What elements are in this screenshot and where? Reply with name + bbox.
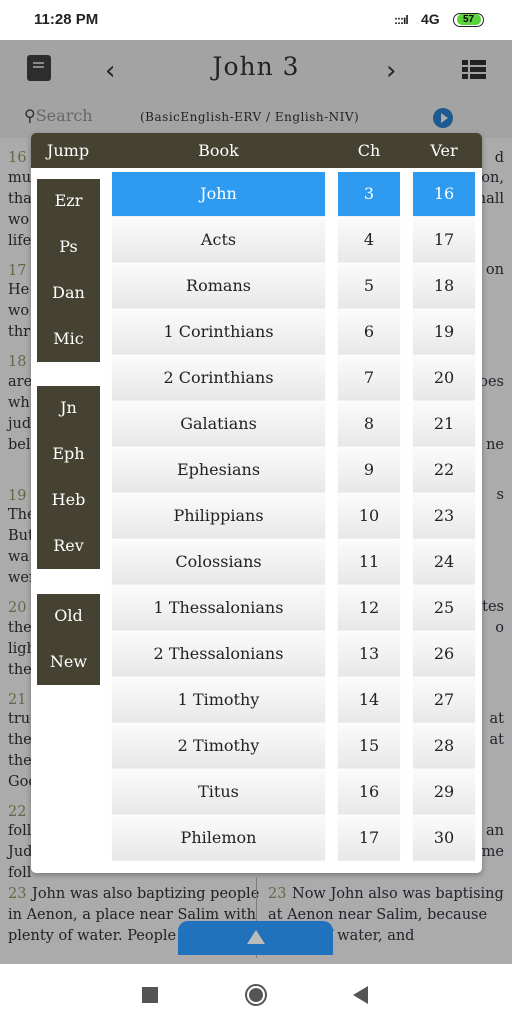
verse-option[interactable]: 29 <box>413 770 475 814</box>
status-bar: 11:28 PM :::ıl 4G 57 <box>0 0 512 40</box>
verse-option[interactable]: 20 <box>413 356 475 400</box>
chapter-option[interactable]: 12 <box>338 586 400 630</box>
jump-header: Jump <box>46 141 90 160</box>
chapter-header: Ch <box>357 141 381 160</box>
jump-group: Ezr Ps Dan Mic <box>37 179 100 362</box>
jump-group: Old New <box>37 594 100 685</box>
expand-button[interactable] <box>178 921 333 955</box>
book-option[interactable]: Titus <box>112 770 325 814</box>
clock: 11:28 PM <box>34 11 99 28</box>
book-option[interactable]: Philemon <box>112 816 325 860</box>
verse-option[interactable]: 25 <box>413 586 475 630</box>
verse-option[interactable]: 30 <box>413 816 475 860</box>
chapter-option[interactable]: 9 <box>338 448 400 492</box>
verse-option[interactable]: 24 <box>413 540 475 584</box>
jump-button-mic[interactable]: Mic <box>37 329 100 348</box>
verse-option[interactable]: 22 <box>413 448 475 492</box>
chapter-option[interactable]: 13 <box>338 632 400 676</box>
book-option[interactable]: Ephesians <box>112 448 325 492</box>
network-type: 4G <box>421 11 440 27</box>
back-triangle-icon[interactable] <box>353 986 368 1004</box>
book-option[interactable]: Galatians <box>112 402 325 446</box>
book-option[interactable]: 1 Corinthians <box>112 310 325 354</box>
chapter-option[interactable]: 15 <box>338 724 400 768</box>
book-option[interactable]: Acts <box>112 218 325 262</box>
jump-button-dan[interactable]: Dan <box>37 283 100 302</box>
picker-header: Jump Book Ch Ver <box>31 133 482 168</box>
chapter-option[interactable]: 8 <box>338 402 400 446</box>
verse-option[interactable]: 17 <box>413 218 475 262</box>
verse-option[interactable]: 16 <box>413 172 475 216</box>
jump-button-jn[interactable]: Jn <box>37 398 100 417</box>
verse-option[interactable]: 21 <box>413 402 475 446</box>
chapter-option[interactable]: 3 <box>338 172 400 216</box>
jump-button-ps[interactable]: Ps <box>37 237 100 256</box>
verse-option[interactable]: 28 <box>413 724 475 768</box>
circle-icon[interactable] <box>245 984 267 1006</box>
chapter-option[interactable]: 6 <box>338 310 400 354</box>
jump-group: Jn Eph Heb Rev <box>37 386 100 569</box>
verse-option[interactable]: 18 <box>413 264 475 308</box>
signal-icon: :::ıl <box>394 13 409 27</box>
book-option[interactable]: 2 Thessalonians <box>112 632 325 676</box>
book-option[interactable]: Philippians <box>112 494 325 538</box>
chapter-option[interactable]: 7 <box>338 356 400 400</box>
chapter-option[interactable]: 11 <box>338 540 400 584</box>
jump-button-eph[interactable]: Eph <box>37 444 100 463</box>
verse-option[interactable]: 27 <box>413 678 475 722</box>
chapter-option[interactable]: 14 <box>338 678 400 722</box>
verse-header: Ver <box>430 141 458 160</box>
chapter-option[interactable]: 10 <box>338 494 400 538</box>
battery-level: 57 <box>456 14 481 25</box>
battery-icon: 57 <box>453 13 484 27</box>
book-option[interactable]: 1 Timothy <box>112 678 325 722</box>
book-option[interactable]: 2 Corinthians <box>112 356 325 400</box>
square-icon[interactable] <box>142 987 158 1003</box>
verse-option[interactable]: 23 <box>413 494 475 538</box>
book-option[interactable]: John <box>112 172 325 216</box>
jump-button-rev[interactable]: Rev <box>37 536 100 555</box>
book-option[interactable]: 1 Thessalonians <box>112 586 325 630</box>
book-option[interactable]: 2 Timothy <box>112 724 325 768</box>
navigation-bar <box>0 964 512 1024</box>
chapter-option[interactable]: 16 <box>338 770 400 814</box>
jump-button-old[interactable]: Old <box>37 606 100 625</box>
chapter-option[interactable]: 17 <box>338 816 400 860</box>
book-header: Book <box>198 141 239 160</box>
jump-button-new[interactable]: New <box>37 652 100 671</box>
book-option[interactable]: Romans <box>112 264 325 308</box>
book-option[interactable]: Colossians <box>112 540 325 584</box>
book-picker-dialog: Jump Book Ch Ver Ezr Ps Dan Mic Jn Eph Heb Rev O… <box>31 133 482 873</box>
verse-option[interactable]: 26 <box>413 632 475 676</box>
jump-button-ezr[interactable]: Ezr <box>37 191 100 210</box>
verse-option[interactable]: 19 <box>413 310 475 354</box>
chapter-option[interactable]: 5 <box>338 264 400 308</box>
chapter-option[interactable]: 4 <box>338 218 400 262</box>
jump-button-heb[interactable]: Heb <box>37 490 100 509</box>
